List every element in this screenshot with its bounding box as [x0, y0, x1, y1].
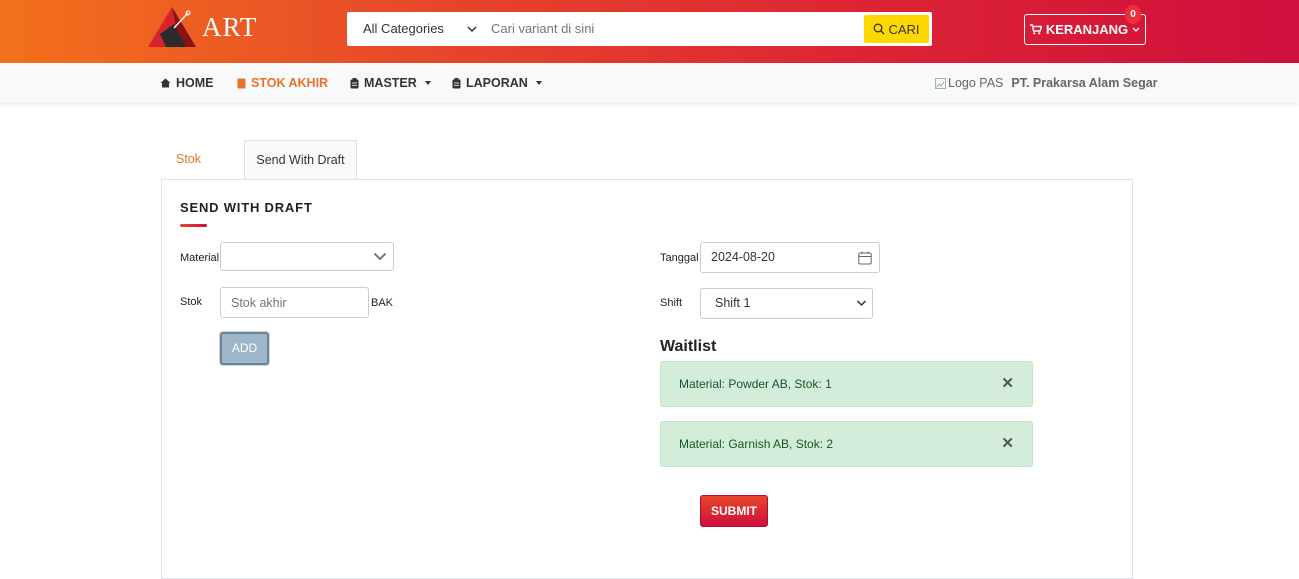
tanggal-date-input[interactable]: 2024-08-20: [700, 242, 880, 273]
nav-master[interactable]: MASTER: [350, 63, 431, 103]
material-label: Material: [180, 252, 220, 264]
tanggal-value: 2024-08-20: [711, 250, 775, 264]
shift-select-value: Shift 1: [715, 296, 751, 310]
submit-button[interactable]: SUBMIT: [700, 495, 768, 527]
company-name: PT. Prakarsa Alam Segar: [1011, 76, 1158, 90]
search-bar: All Categories CARI: [347, 12, 932, 46]
send-with-draft-panel: SEND WITH DRAFT Material Stok BAK ADD Ta…: [161, 179, 1133, 579]
brand-logo-text: ART: [202, 12, 258, 42]
broken-image-icon: [935, 77, 946, 89]
nav-laporan-label: LAPORAN: [466, 76, 528, 90]
unit-label: BAK: [371, 297, 394, 309]
category-select[interactable]: All Categories: [363, 12, 444, 46]
search-icon: [874, 23, 885, 35]
waitlist-item: Material: Garnish AB, Stok: 2 ✕: [660, 421, 1033, 467]
home-icon: [160, 78, 171, 88]
cart-count-badge: 0: [1125, 5, 1141, 24]
company-logo: Logo PAS: [935, 76, 1003, 90]
search-button-label: CARI: [888, 21, 920, 37]
material-select[interactable]: [220, 242, 394, 271]
title-underline: [180, 224, 207, 227]
chevron-down-icon: [373, 252, 387, 261]
cart-label: KERANJANG: [1045, 22, 1129, 37]
top-header: ART All Categories CARI KERANJANG 0: [0, 0, 1299, 63]
caret-down-icon: [424, 81, 431, 85]
close-icon[interactable]: ✕: [1001, 362, 1014, 406]
clipboard-icon: [350, 77, 359, 88]
nav-stok-akhir[interactable]: STOK AKHIR: [237, 63, 328, 103]
shift-select[interactable]: Shift 1: [700, 288, 873, 319]
waitlist-title: Waitlist: [660, 338, 717, 355]
tab-stok-akhir[interactable]: Stok Akhir: [161, 140, 219, 204]
caret-down-icon: [535, 81, 542, 85]
waitlist-item-text: Material: Garnish AB, Stok: 2: [679, 437, 834, 451]
waitlist-item: Material: Powder AB, Stok: 1 ✕: [660, 361, 1033, 407]
close-icon[interactable]: ✕: [1001, 422, 1014, 466]
company-logo-alt: Logo PAS: [948, 76, 1004, 90]
calendar-icon[interactable]: [858, 251, 872, 265]
cart-icon: [1029, 24, 1042, 35]
search-button[interactable]: CARI: [864, 15, 929, 43]
chevron-down-icon: [1132, 27, 1140, 32]
tanggal-label: Tanggal: [660, 252, 699, 264]
chevron-down-icon: [856, 300, 867, 307]
book-icon: [237, 78, 246, 88]
nav-master-label: MASTER: [364, 76, 417, 90]
company-info: Logo PAS PT. Prakarsa Alam Segar: [935, 63, 1158, 103]
nav-laporan[interactable]: LAPORAN: [452, 63, 542, 103]
shift-label: Shift: [660, 297, 683, 309]
chevron-down-icon: [467, 26, 477, 33]
nav-home-label: HOME: [176, 76, 214, 90]
add-button[interactable]: ADD: [220, 332, 269, 365]
tab-send-with-draft[interactable]: Send With Draft: [244, 140, 357, 180]
search-input[interactable]: [491, 12, 861, 46]
stok-input[interactable]: [220, 287, 369, 318]
section-title: SEND WITH DRAFT: [180, 200, 313, 215]
nav-stok-akhir-label: STOK AKHIR: [251, 76, 329, 90]
clipboard-icon: [452, 77, 461, 88]
brand-logo[interactable]: ART: [148, 6, 258, 48]
nav-home[interactable]: HOME: [160, 63, 214, 103]
waitlist-item-text: Material: Powder AB, Stok: 1: [679, 377, 832, 391]
logo-triangle-icon: [148, 7, 196, 47]
stok-label: Stok: [180, 296, 203, 308]
main-nav: HOME STOK AKHIR MASTER LAPORAN Logo PAS …: [0, 63, 1299, 103]
